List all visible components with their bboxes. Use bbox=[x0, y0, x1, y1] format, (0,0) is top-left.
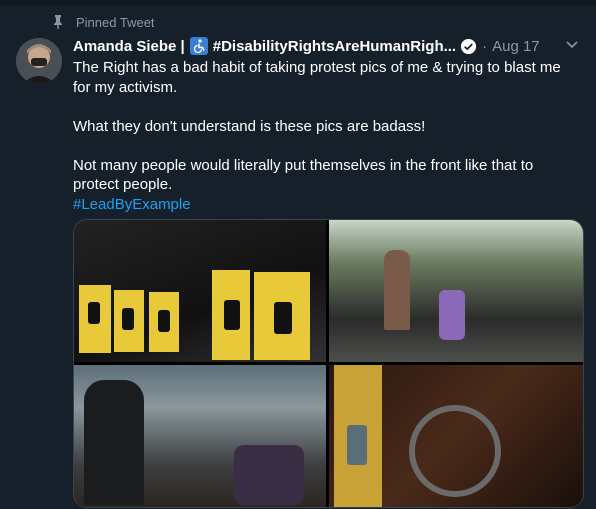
media-grid bbox=[73, 219, 584, 508]
avatar[interactable] bbox=[16, 38, 62, 84]
photo-protest-signs[interactable] bbox=[74, 220, 326, 362]
photo-police-line[interactable] bbox=[74, 365, 326, 507]
tweet-paragraph: Not many people would literally put them… bbox=[73, 156, 534, 194]
chevron-down-icon[interactable] bbox=[564, 36, 580, 52]
tweet-paragraph: The Right has a bad habit of taking prot… bbox=[73, 59, 561, 96]
pinned-indicator: Pinned Tweet bbox=[50, 12, 155, 32]
pin-icon bbox=[54, 15, 62, 29]
tweet-date[interactable]: Aug 17 bbox=[492, 38, 540, 55]
tweet-header: Amanda Siebe | #DisabilityRightsAreHuman… bbox=[73, 35, 580, 57]
display-name[interactable]: Amanda Siebe | bbox=[73, 38, 185, 55]
pinned-label: Pinned Tweet bbox=[76, 14, 155, 30]
hashtag-link[interactable]: #LeadByExample bbox=[73, 196, 191, 213]
photo-wheelchair-fist-sign[interactable] bbox=[329, 365, 583, 507]
tweet-text: The Right has a bad habit of taking prot… bbox=[73, 58, 573, 214]
verified-badge-icon bbox=[461, 38, 477, 54]
photo-street-protest[interactable] bbox=[329, 220, 583, 362]
tweet-paragraph: What they don't understand is these pics… bbox=[73, 117, 426, 135]
top-divider bbox=[0, 0, 596, 5]
wheelchair-icon bbox=[189, 37, 208, 55]
separator-dot: · bbox=[482, 37, 488, 55]
display-name-hashtag[interactable]: #DisabilityRightsAreHumanRigh... bbox=[213, 38, 456, 55]
